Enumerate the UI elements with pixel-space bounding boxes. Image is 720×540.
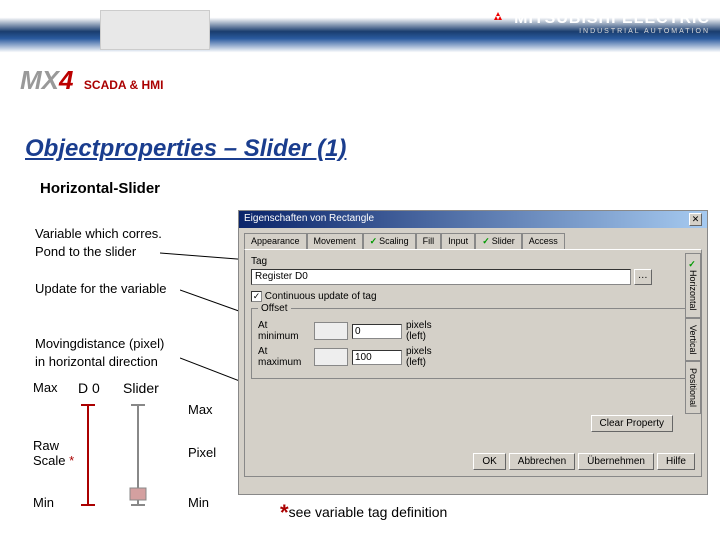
mx4-mx: MX bbox=[20, 65, 59, 95]
cancel-button[interactable]: Abbrechen bbox=[509, 453, 575, 470]
tab-input[interactable]: Input bbox=[441, 233, 475, 249]
page-title: Objectproperties – Slider (1) bbox=[25, 135, 346, 163]
tab-access[interactable]: Access bbox=[522, 233, 565, 249]
continuous-update-label: Continuous update of tag bbox=[265, 291, 377, 302]
dialog-title-text: Eigenschaften von Rectangle bbox=[244, 213, 374, 226]
side-tab-positional[interactable]: Positional bbox=[685, 361, 701, 414]
mx4-num: 4 bbox=[59, 65, 73, 95]
close-icon[interactable]: ✕ bbox=[689, 213, 702, 226]
tab-appearance[interactable]: Appearance bbox=[244, 233, 307, 249]
dialog-body: ✓Horizontal Vertical Positional Tag Regi… bbox=[244, 249, 702, 477]
max-unit: pixels (left) bbox=[406, 346, 441, 368]
offset-fieldset: Offset At minimum 0 pixels (left) At max… bbox=[251, 308, 695, 379]
devices-image bbox=[100, 10, 210, 50]
clear-property-button[interactable]: Clear Property bbox=[591, 415, 673, 432]
brand-name: MITSUBISHI ELECTRIC bbox=[514, 10, 710, 27]
tab-fill[interactable]: Fill bbox=[416, 233, 442, 249]
annotation-variable: Variable which corres. Pond to the slide… bbox=[35, 225, 162, 261]
max-input[interactable]: 100 bbox=[352, 350, 402, 365]
help-button[interactable]: Hilfe bbox=[657, 453, 695, 470]
mx4-logo-block: MX4 SCADA & HMI bbox=[20, 65, 163, 96]
continuous-update-checkbox[interactable]: ✓ bbox=[251, 291, 262, 302]
tab-scaling[interactable]: ✓Scaling bbox=[363, 233, 416, 249]
max-icon bbox=[314, 348, 348, 366]
mitsubishi-icon bbox=[491, 12, 505, 26]
side-tab-horizontal[interactable]: ✓Horizontal bbox=[685, 253, 701, 318]
page-subtitle: Horizontal-Slider bbox=[40, 180, 160, 197]
footnote: *see variable tag definition bbox=[280, 500, 447, 526]
annotation-distance: Movingdistance (pixel) in horizontal dir… bbox=[35, 335, 164, 371]
brand-block: MITSUBISHI ELECTRIC INDUSTRIAL AUTOMATIO… bbox=[491, 10, 710, 35]
tag-input[interactable]: Register D0 bbox=[251, 269, 631, 285]
min-unit: pixels (left) bbox=[406, 320, 441, 342]
min-input[interactable]: 0 bbox=[352, 324, 402, 339]
footnote-text: see variable tag definition bbox=[289, 504, 448, 520]
tab-movement[interactable]: Movement bbox=[307, 233, 363, 249]
tag-label: Tag bbox=[251, 256, 695, 267]
offset-title: Offset bbox=[258, 303, 291, 314]
slider-diagram: D 0 Slider Max Max Raw Scale * Pixel Min… bbox=[33, 380, 228, 520]
properties-dialog: Eigenschaften von Rectangle ✕ Appearance… bbox=[238, 210, 708, 495]
tag-browse-button[interactable]: … bbox=[634, 269, 652, 285]
ok-button[interactable]: OK bbox=[473, 453, 505, 470]
tab-row: Appearance Movement ✓Scaling Fill Input … bbox=[239, 228, 707, 249]
side-tab-vertical[interactable]: Vertical bbox=[685, 318, 701, 362]
at-min-label: At minimum bbox=[258, 320, 310, 342]
min-icon bbox=[314, 322, 348, 340]
brand-subtitle: INDUSTRIAL AUTOMATION bbox=[491, 28, 710, 35]
apply-button[interactable]: Übernehmen bbox=[578, 453, 654, 470]
mx4-subtitle: SCADA & HMI bbox=[84, 78, 164, 92]
header-banner: MITSUBISHI ELECTRIC INDUSTRIAL AUTOMATIO… bbox=[0, 0, 720, 70]
annotation-update: Update for the variable bbox=[35, 280, 167, 298]
at-max-label: At maximum bbox=[258, 346, 310, 368]
dialog-titlebar[interactable]: Eigenschaften von Rectangle ✕ bbox=[239, 211, 707, 228]
footnote-asterisk: * bbox=[280, 500, 289, 525]
tab-slider[interactable]: ✓Slider bbox=[475, 233, 522, 249]
